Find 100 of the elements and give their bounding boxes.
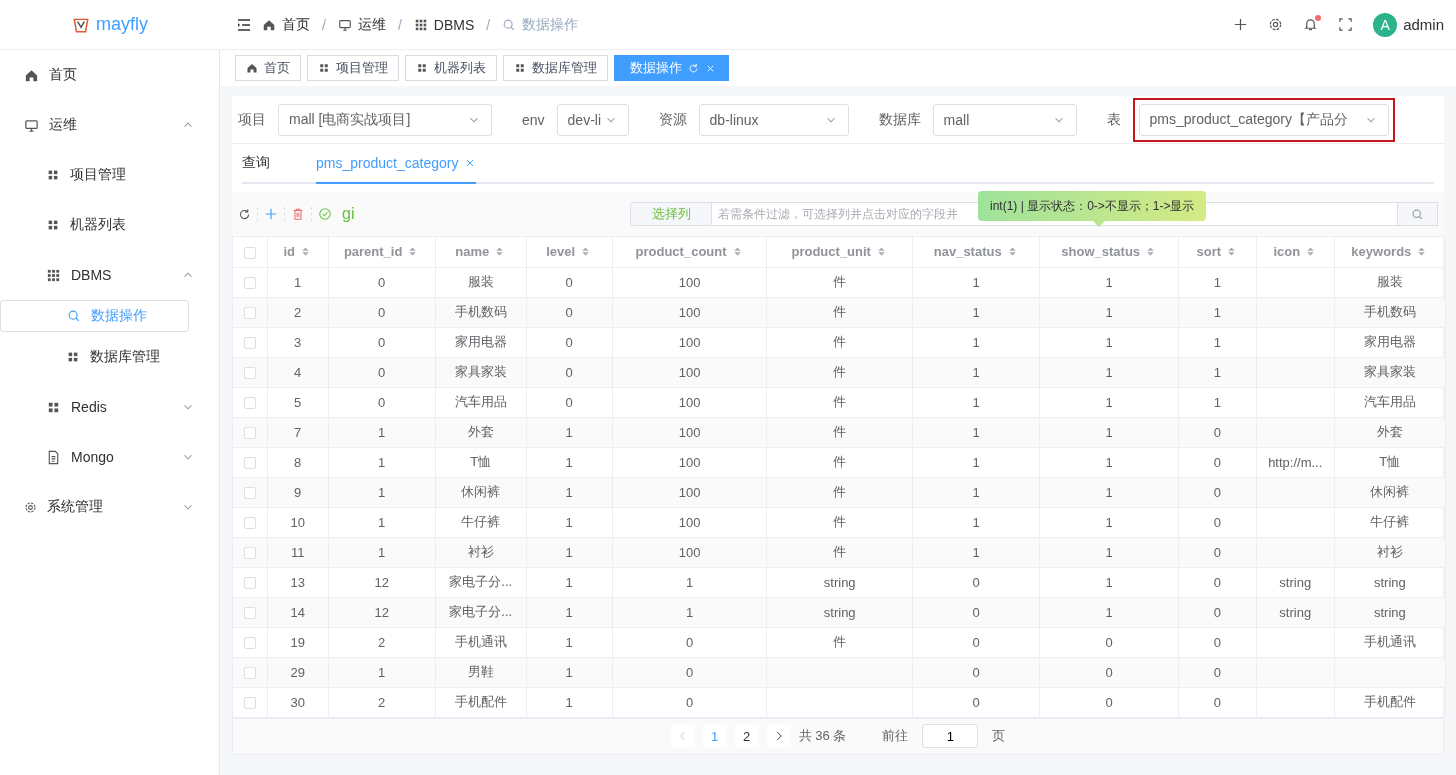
table-cell: 0: [1213, 694, 1221, 710]
table-cell: 0: [1213, 454, 1221, 470]
page-suffix: 页: [992, 727, 1006, 745]
breadcrumb-separator: /: [322, 16, 326, 33]
table-cell: 0: [685, 664, 694, 680]
table-cell: 3: [294, 334, 302, 350]
table-cell: 1: [1105, 424, 1113, 440]
table-cell: 1: [972, 394, 980, 410]
table-cell: 30: [290, 694, 305, 710]
table-cell: 件: [833, 544, 847, 559]
table-cell: 0: [378, 334, 386, 350]
table-cell: 件: [833, 454, 847, 469]
table-cell: string: [1373, 574, 1406, 590]
table-cell: 4: [294, 364, 302, 380]
table-cell: 1: [565, 694, 573, 710]
table-cell: 10: [290, 514, 305, 530]
table-cell: 家用电器: [1363, 334, 1416, 349]
table-cell: 1: [972, 454, 980, 470]
table-cell: T恤: [470, 454, 492, 469]
table-cell: 1: [1105, 454, 1113, 470]
table-cell: 1: [378, 544, 386, 560]
table-cell: 0: [378, 394, 386, 410]
table-cell: 1: [565, 634, 573, 650]
table-cell: 手机通讯: [1363, 634, 1416, 649]
field-label: 资源: [658, 110, 687, 129]
table-cell: 1: [1105, 574, 1113, 590]
table-cell: 1: [1105, 334, 1113, 350]
table-cell: 0: [1105, 664, 1113, 680]
table-cell: 0: [1213, 544, 1221, 560]
table-cell: 件: [833, 364, 847, 379]
table-cell: 1: [1105, 364, 1113, 380]
table-cell: 8: [294, 454, 302, 470]
table-cell: 0: [1213, 484, 1221, 500]
table-cell: 100: [678, 424, 701, 440]
table-cell: 1: [1105, 484, 1113, 500]
table-cell: 100: [678, 364, 701, 380]
table-cell: 0: [378, 274, 386, 290]
table-cell: 2: [378, 694, 386, 710]
table-cell: 0: [972, 664, 980, 680]
table-cell: 件: [833, 274, 847, 289]
table-cell: 衬衫: [467, 544, 494, 559]
table-cell: 1: [685, 574, 694, 590]
field-label: 数据库: [878, 110, 921, 129]
sql-text: gi: [342, 205, 356, 223]
table-cell: 19: [290, 634, 305, 650]
table-cell: 休闲裤: [461, 484, 501, 499]
field-label: 项目: [238, 110, 266, 129]
table-cell: 1: [378, 454, 386, 470]
table-cell: T恤: [1379, 454, 1401, 469]
table-cell: 件: [833, 304, 847, 319]
table-cell: 家电子分...: [449, 574, 513, 589]
table-cell: 0: [378, 304, 386, 320]
table-cell: 1: [378, 664, 386, 680]
table-cell: 0: [378, 364, 386, 380]
table-cell: 100: [678, 394, 701, 410]
table-cell: 1: [1105, 274, 1113, 290]
table-cell: 件: [833, 514, 847, 529]
table-cell: 1: [1105, 544, 1113, 560]
table-cell: 100: [678, 304, 701, 320]
table-cell: 12: [374, 604, 389, 620]
table-cell: 1: [972, 364, 980, 380]
breadcrumb-separator: /: [486, 16, 491, 33]
table-cell: string: [1279, 604, 1312, 620]
table-cell: 1: [1213, 334, 1221, 350]
field-label: env: [522, 111, 545, 128]
table-cell: 2: [378, 634, 386, 650]
table-cell: 1: [378, 424, 386, 440]
table-cell: 家用电器: [454, 334, 507, 349]
table-cell: 1: [565, 664, 573, 680]
table-cell: 汽车用品: [454, 394, 507, 409]
breadcrumb-separator: /: [397, 16, 402, 33]
table-cell: 13: [290, 574, 305, 590]
table-cell: 1: [565, 454, 573, 470]
table-cell: 件: [833, 424, 847, 439]
table-cell: 0: [1213, 574, 1221, 590]
table-cell: 1: [972, 484, 980, 500]
table-cell: 1: [972, 274, 980, 290]
table-cell: 1: [1213, 364, 1221, 380]
table-cell: string: [1373, 604, 1406, 620]
table-cell: 100: [678, 514, 701, 530]
field-label: 表: [1106, 110, 1121, 129]
table-cell: 外套: [467, 424, 494, 439]
table-cell: 1: [565, 604, 573, 620]
table-cell: 牛仔裤: [1370, 514, 1410, 529]
table-cell: 0: [972, 634, 980, 650]
table-cell: 1: [972, 544, 980, 560]
table-cell: 1: [565, 424, 573, 440]
table-cell: string: [823, 604, 856, 620]
table-cell: string: [823, 574, 856, 590]
table-cell: 1: [565, 574, 573, 590]
table-cell: 服装: [1376, 274, 1403, 289]
table-cell: 1: [378, 514, 386, 530]
table-cell: 手机通讯: [454, 634, 507, 649]
table-cell: 0: [1105, 634, 1113, 650]
table-cell: 0: [1213, 634, 1221, 650]
table-cell: 1: [685, 604, 694, 620]
table-cell: 1: [1213, 394, 1221, 410]
table-cell: 1: [972, 304, 980, 320]
table-cell: 0: [1213, 604, 1221, 620]
table-cell: 9: [294, 484, 302, 500]
